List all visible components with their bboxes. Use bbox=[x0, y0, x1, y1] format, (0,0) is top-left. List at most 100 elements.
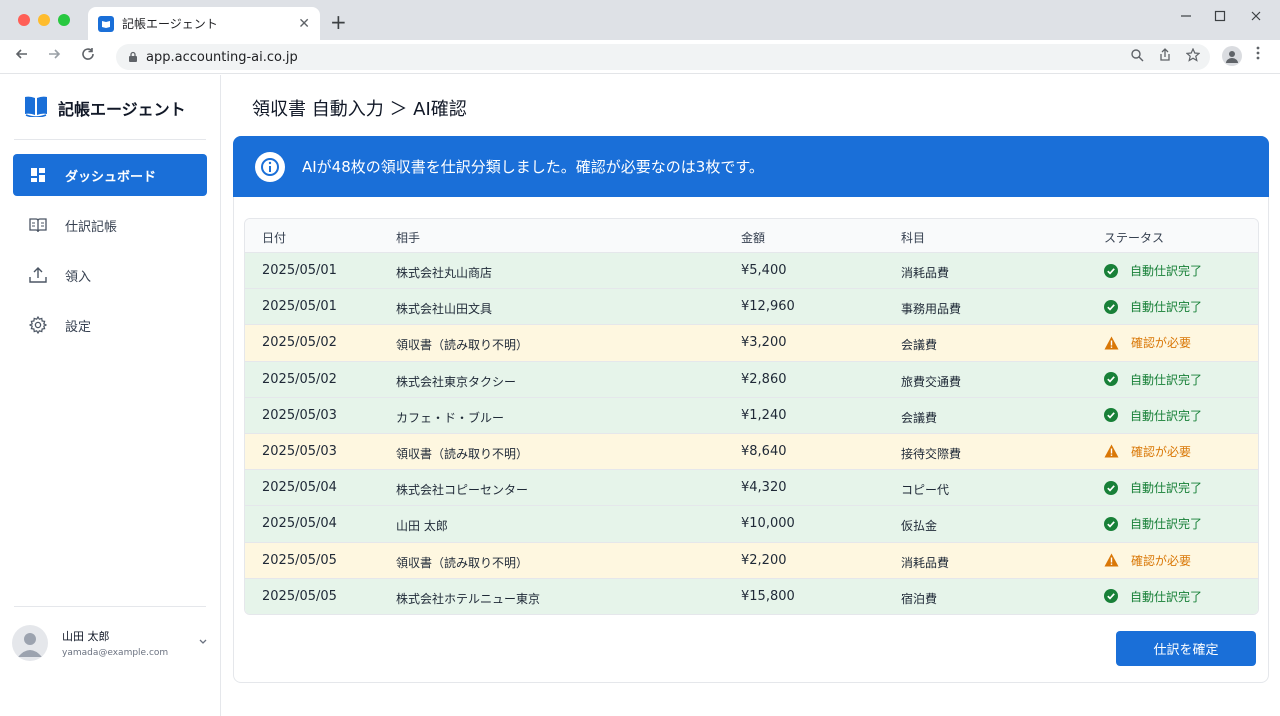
book-icon bbox=[29, 216, 47, 234]
cell-date: 2025/05/04 bbox=[262, 516, 337, 532]
table-row[interactable]: 2025/05/01 株式会社丸山商店 ¥5,400 消耗品費 自動仕訳完了 bbox=[245, 253, 1258, 290]
check-circle-icon bbox=[1104, 516, 1124, 531]
status-label: 自動仕訳完了 bbox=[1130, 264, 1203, 278]
column-header-status[interactable]: ステータス bbox=[1104, 229, 1164, 246]
zoom-window-button[interactable] bbox=[58, 14, 70, 26]
status-badge: 自動仕訳完了 bbox=[1104, 371, 1202, 388]
confirm-journal-button[interactable]: 仕訳を確定 bbox=[1116, 631, 1256, 666]
cell-party: 領収書（読み取り不明） bbox=[396, 338, 529, 353]
book-icon bbox=[98, 15, 114, 32]
warning-icon bbox=[1104, 553, 1125, 567]
share-icon[interactable] bbox=[1158, 48, 1172, 66]
sidebar-item-settings[interactable]: 設定 bbox=[13, 304, 207, 346]
cell-amount: ¥1,240 bbox=[741, 407, 787, 423]
cell-party: 株式会社東京タクシー bbox=[396, 374, 517, 389]
cell-date: 2025/05/02 bbox=[262, 371, 337, 387]
sidebar-item-dashboard[interactable]: ダッシュボード bbox=[13, 154, 207, 196]
cell-amount: ¥2,200 bbox=[741, 552, 787, 568]
check-circle-icon bbox=[1104, 480, 1124, 495]
cell-account: 事務用品費 bbox=[901, 302, 962, 317]
column-header-amount[interactable]: 金額 bbox=[741, 229, 765, 246]
status-label: 自動仕訳完了 bbox=[1130, 408, 1203, 423]
maximize-icon[interactable] bbox=[1214, 10, 1226, 26]
brand[interactable]: 記帳エージェント bbox=[24, 95, 186, 121]
back-icon[interactable] bbox=[14, 46, 30, 66]
close-icon[interactable] bbox=[1250, 10, 1262, 26]
cell-date: 2025/05/05 bbox=[262, 552, 337, 568]
status-badge: 自動仕訳完了 bbox=[1104, 588, 1202, 605]
minimize-window-button[interactable] bbox=[38, 14, 50, 26]
sidebar-item-label: ダッシュボード bbox=[65, 169, 157, 185]
status-label: 自動仕訳完了 bbox=[1130, 589, 1203, 604]
table-row[interactable]: 2025/05/03 カフェ・ド・ブルー ¥1,240 会議費 自動仕訳完了 bbox=[245, 397, 1258, 434]
profile-icon[interactable] bbox=[1222, 46, 1242, 66]
divider bbox=[14, 606, 206, 607]
table-row[interactable]: 2025/05/04 山田 太郎 ¥10,000 仮払金 自動仕訳完了 bbox=[245, 506, 1258, 543]
cell-date: 2025/05/01 bbox=[262, 263, 337, 278]
cell-date: 2025/05/01 bbox=[262, 299, 337, 315]
cell-party: カフェ・ド・ブルー bbox=[396, 410, 505, 425]
table-row[interactable]: 2025/05/02 株式会社東京タクシー ¥2,860 旅費交通費 自動仕訳完了 bbox=[245, 361, 1258, 398]
status-badge: 確認が必要 bbox=[1104, 443, 1191, 460]
minimize-icon[interactable] bbox=[1180, 10, 1192, 26]
status-badge: 自動仕訳完了 bbox=[1104, 515, 1202, 532]
cell-date: 2025/05/03 bbox=[262, 443, 337, 459]
cell-amount: ¥5,400 bbox=[741, 263, 787, 278]
user-name: 山田 太郎 bbox=[62, 630, 110, 643]
status-badge: 確認が必要 bbox=[1104, 552, 1191, 569]
dashboard-icon bbox=[29, 166, 47, 184]
close-icon[interactable]: ✕ bbox=[298, 16, 310, 32]
cell-date: 2025/05/02 bbox=[262, 335, 337, 351]
zoom-icon[interactable] bbox=[1130, 48, 1144, 66]
chevron-down-icon[interactable] bbox=[198, 637, 208, 650]
table-row[interactable]: 2025/05/05 領収書（読み取り不明） ¥2,200 消耗品費 確認が必要 bbox=[245, 542, 1258, 579]
url-text: app.accounting-ai.co.jp bbox=[146, 49, 298, 65]
cell-account: 会議費 bbox=[901, 410, 938, 425]
cell-amount: ¥2,860 bbox=[741, 371, 787, 387]
sidebar: 記帳エージェント ダッシュボード 仕訳記帳 領入 設定 山田 太郎 yamada… bbox=[0, 75, 221, 716]
browser-tab[interactable]: 記帳エージェント ✕ bbox=[88, 7, 320, 40]
check-circle-icon bbox=[1104, 263, 1124, 278]
browser-toolbar: app.accounting-ai.co.jp bbox=[0, 40, 1280, 74]
column-header-party[interactable]: 相手 bbox=[396, 229, 420, 246]
cell-party: 株式会社山田文具 bbox=[396, 302, 493, 317]
star-icon[interactable] bbox=[1185, 47, 1201, 66]
cell-party: 株式会社コピーセンター bbox=[396, 483, 529, 498]
sidebar-item-label: 設定 bbox=[65, 319, 92, 335]
cell-account: 宿泊費 bbox=[901, 591, 938, 606]
cell-date: 2025/05/05 bbox=[262, 588, 337, 604]
reload-icon[interactable] bbox=[80, 46, 96, 66]
gear-icon bbox=[29, 316, 47, 334]
cell-party: 山田 太郎 bbox=[396, 519, 448, 534]
cell-date: 2025/05/03 bbox=[262, 407, 337, 423]
table-body: 2025/05/01 株式会社丸山商店 ¥5,400 消耗品費 自動仕訳完了 2025/0… bbox=[245, 253, 1258, 614]
close-window-button[interactable] bbox=[18, 14, 30, 26]
more-menu-icon[interactable] bbox=[1256, 46, 1260, 64]
new-tab-button[interactable]: + bbox=[330, 10, 347, 34]
column-header-date[interactable]: 日付 bbox=[262, 229, 286, 246]
address-bar[interactable]: app.accounting-ai.co.jp bbox=[116, 44, 1210, 70]
user-menu[interactable]: 山田 太郎 yamada@example.com bbox=[12, 623, 208, 663]
table-row[interactable]: 2025/05/05 株式会社ホテルニュー東京 ¥15,800 宿泊費 自動仕訳完了 bbox=[245, 578, 1258, 614]
status-badge: 自動仕訳完了 bbox=[1104, 479, 1202, 496]
lock-icon bbox=[128, 48, 138, 67]
user-email: yamada@example.com bbox=[62, 648, 169, 658]
table-row[interactable]: 2025/05/02 領収書（読み取り不明） ¥3,200 会議費 確認が必要 bbox=[245, 325, 1258, 362]
avatar bbox=[12, 625, 48, 661]
table-row[interactable]: 2025/05/04 株式会社コピーセンター ¥4,320 コピー代 自動仕訳完了 bbox=[245, 470, 1258, 507]
banner-text: AIが48枚の領収書を仕訳分類しました。確認が必要なのは3枚です。 bbox=[302, 158, 764, 176]
status-label: 自動仕訳完了 bbox=[1130, 517, 1203, 532]
info-icon bbox=[255, 151, 285, 182]
tab-title: 記帳エージェント bbox=[122, 17, 218, 31]
column-header-account[interactable]: 科目 bbox=[901, 229, 925, 246]
table-row[interactable]: 2025/05/03 領収書（読み取り不明） ¥8,640 接待交際費 確認が必要 bbox=[245, 433, 1258, 471]
cell-account: 接待交際費 bbox=[901, 446, 962, 461]
cell-amount: ¥8,640 bbox=[741, 443, 787, 459]
cell-party: 領収書（読み取り不明） bbox=[396, 555, 529, 570]
logo-book-icon bbox=[24, 95, 48, 121]
sidebar-item-journal[interactable]: 仕訳記帳 bbox=[13, 204, 207, 246]
sidebar-item-import[interactable]: 領入 bbox=[13, 254, 207, 296]
table-row[interactable]: 2025/05/01 株式会社山田文具 ¥12,960 事務用品費 自動仕訳完了 bbox=[245, 289, 1258, 326]
cell-party: 株式会社丸山商店 bbox=[396, 266, 493, 280]
forward-icon[interactable] bbox=[46, 46, 62, 66]
